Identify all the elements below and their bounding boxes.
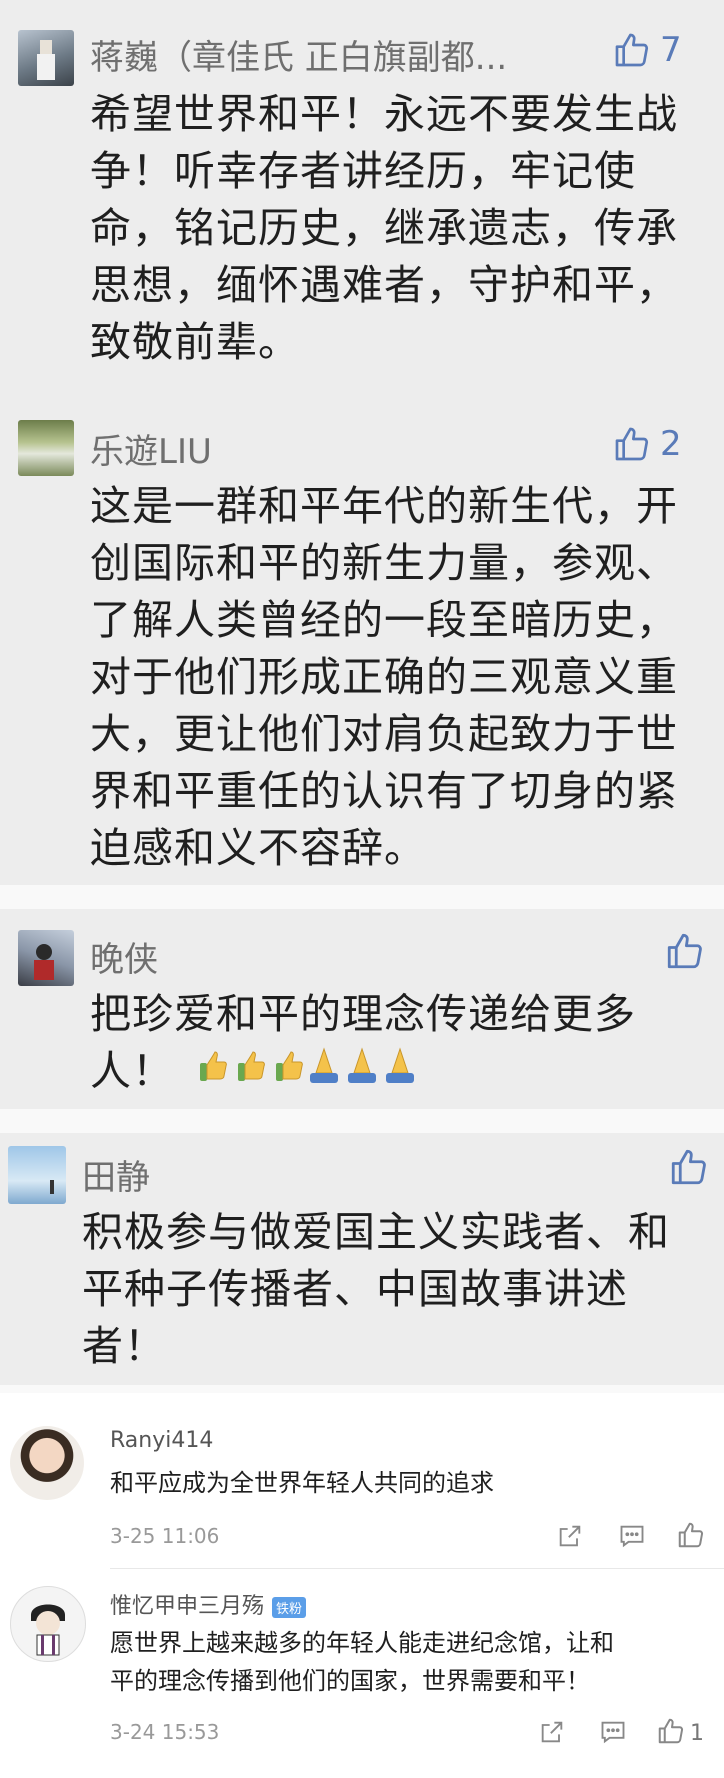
comment-line: 愿世界上越来越多的年轻人能走进纪念馆，让和 [110,1629,614,1657]
comment-text: 积极参与做爱国主义实践者、和 平种子传播者、中国故事讲述 者！ [82,1204,670,1375]
divider [0,885,724,909]
divider [0,1109,724,1133]
avatar[interactable] [18,930,74,986]
comment-line: 平种子传播者、中国故事讲述 [82,1265,628,1313]
thumbs-up-icon [612,30,652,70]
timestamp: 3-25 11:06 [110,1524,220,1548]
avatar[interactable] [10,1586,86,1662]
like-count: 2 [660,424,682,464]
share-button[interactable] [538,1718,566,1750]
comment-line: 积极参与做爱国主义实践者、和 [82,1208,670,1256]
like-button[interactable]: 1 [656,1716,704,1750]
comment-text: 和平应成为全世界年轻人共同的追求 [110,1464,494,1502]
thumbs-up-emoji [276,1050,303,1081]
avatar[interactable] [8,1146,66,1204]
share-icon [556,1522,584,1554]
thumbs-up-emoji [238,1050,265,1081]
like-button[interactable]: 2 [612,424,682,464]
comment-line: 命，铭记历史，继承遗志，传承 [90,204,678,252]
divider [110,1568,724,1569]
like-button[interactable] [668,1146,710,1188]
like-button[interactable]: 7 [612,30,682,70]
comment-text: 愿世界上越来越多的年轻人能走进纪念馆，让和 平的理念传播到他们的国家，世界需要和… [110,1624,614,1700]
folded-hands-emoji [348,1046,377,1083]
avatar[interactable] [18,30,74,86]
reply-button[interactable] [598,1718,628,1750]
comment-icon [617,1522,647,1554]
comment-line: 希望世界和平！永远不要发生战 [90,90,678,138]
folded-hands-emoji [310,1046,339,1083]
comment-line: 大，更让他们对肩负起致力于世 [90,710,678,758]
comment-line: 界和平重任的认识有了切身的紧 [90,767,678,815]
comment-line: 这是一群和平年代的新生代，开 [90,482,678,530]
thumbs-up-icon [668,1146,710,1188]
comment-icon [598,1718,628,1750]
reply-button[interactable] [617,1522,647,1554]
fan-badge: 铁粉 [272,1596,307,1618]
comment-text: 希望世界和平！永远不要发生战 争！听幸存者讲经历，牢记使 命，铭记历史，继承遗志… [90,86,678,371]
comment-line: 人！ [90,1043,636,1104]
avatar[interactable] [18,420,74,476]
comment-line: 争！听幸存者讲经历，牢记使 [90,147,636,195]
share-button[interactable] [556,1522,584,1554]
comment-line: 致敬前辈。 [90,318,300,366]
commenter-name[interactable]: 晚侠 [90,932,158,981]
thumbs-up-icon [676,1520,706,1554]
divider [0,1385,724,1393]
like-count: 7 [660,30,682,70]
share-icon [538,1718,566,1750]
thumbs-up-emoji [200,1050,227,1081]
comment-line: 者！ [82,1322,166,1370]
folded-hands-emoji [386,1046,415,1083]
like-button[interactable] [676,1520,706,1554]
comment-text: 把珍爱和平的理念传递给更多 人！ [90,986,636,1104]
commenter-name[interactable]: 蒋巍（章佳氏 正白旗副都... [90,30,570,79]
like-count: 1 [690,1720,704,1746]
comment-line: 把珍爱和平的理念传递给更多 [90,990,636,1038]
avatar[interactable] [10,1426,84,1500]
comment-line: 创国际和平的新生力量，参观、 [90,539,678,587]
thumbs-up-icon [656,1716,686,1750]
emoji-row [188,1045,428,1104]
comment-text: 这是一群和平年代的新生代，开 创国际和平的新生力量，参观、 了解人类曾经的一段至… [90,478,678,877]
thumbs-up-icon [664,930,706,972]
timestamp: 3-24 15:53 [110,1720,220,1744]
comment-line-text: 人！ [90,1047,174,1095]
comment-line: 和平应成为全世界年轻人共同的追求 [110,1469,494,1497]
comment-line: 了解人类曾经的一段至暗历史， [90,596,678,644]
like-button[interactable] [664,930,706,972]
comment-line: 对于他们形成正确的三观意义重 [90,653,678,701]
commenter-name[interactable]: Ranyi414 [110,1428,213,1453]
thumbs-up-icon [612,424,652,464]
commenter-name[interactable]: 田静 [82,1150,150,1199]
comment-line: 平的理念传播到他们的国家，世界需要和平！ [110,1667,590,1695]
commenter-name-text: 惟忆甲申三月殇 [110,1594,265,1619]
commenter-name[interactable]: 乐遊LIU [90,424,212,473]
comment-line: 思想，缅怀遇难者，守护和平， [90,261,678,309]
comment-line: 迫感和义不容辞。 [90,824,426,872]
commenter-name[interactable]: 惟忆甲申三月殇 铁粉 [110,1588,307,1620]
